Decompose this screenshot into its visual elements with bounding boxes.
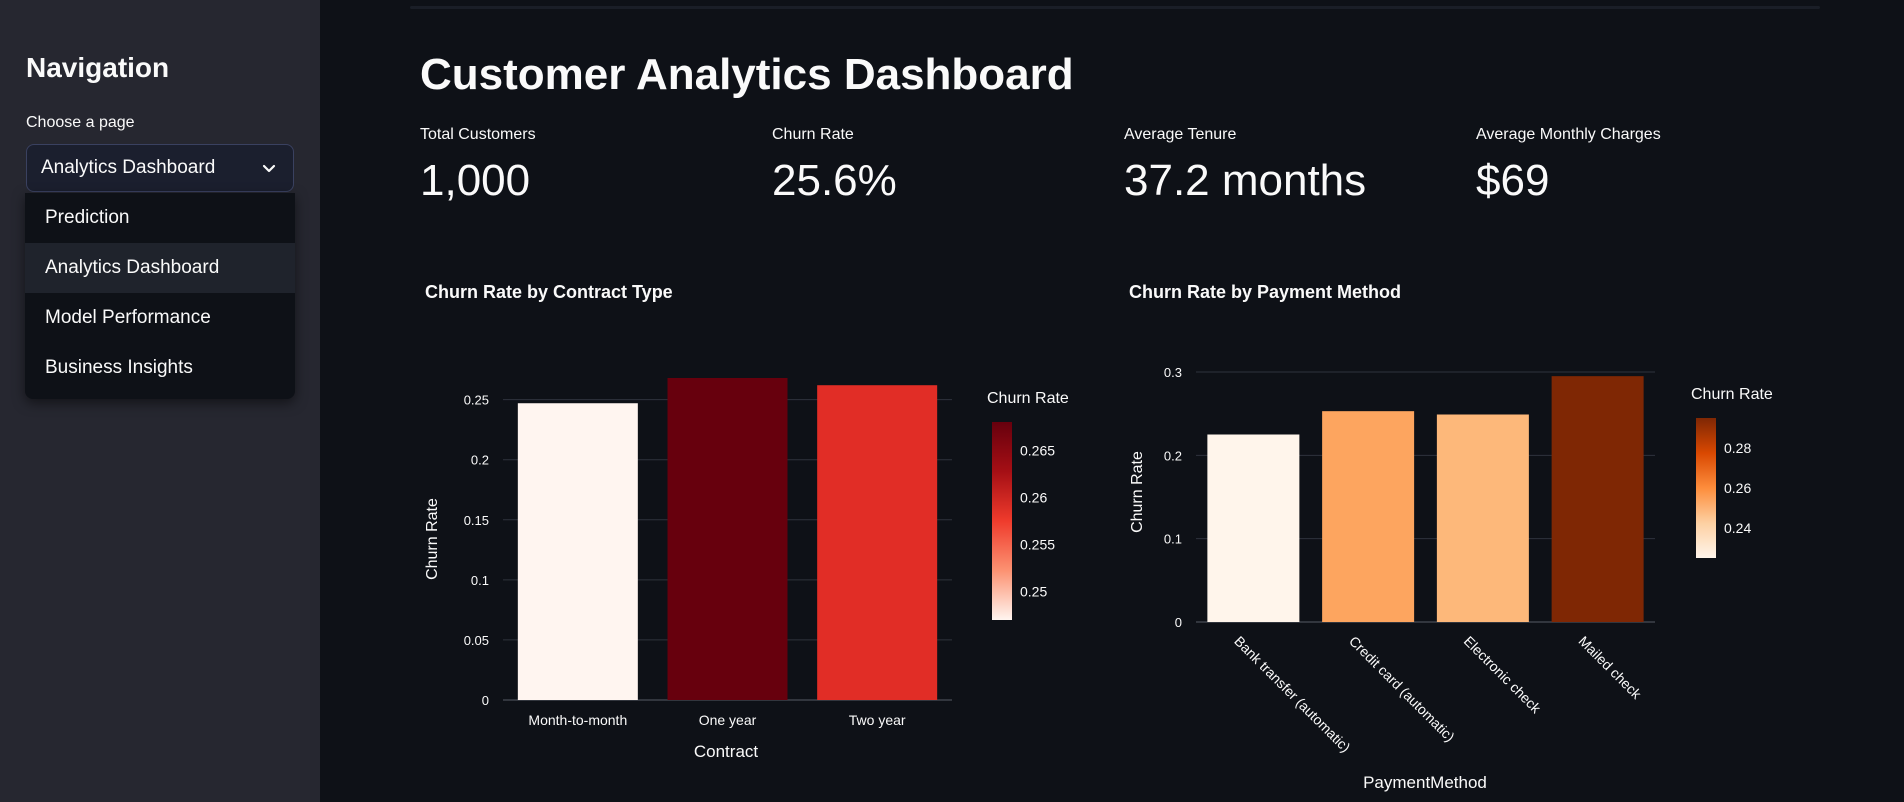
bar [817, 385, 938, 700]
colorbar [992, 422, 1012, 620]
y-tick-label: 0.2 [471, 453, 489, 468]
colorbar-tick-label: 0.265 [1020, 442, 1055, 458]
y-axis-title: Churn Rate [424, 498, 441, 580]
bar [667, 378, 788, 700]
y-tick-label: 0.05 [464, 633, 489, 648]
colorbar-tick-label: 0.25 [1020, 584, 1047, 600]
y-tick-label: 0 [482, 693, 489, 708]
x-tick-label: Month-to-month [528, 712, 627, 728]
chart-churn-by-contract: 0 0.05 0.1 0.15 0.2 0.25 Month-to-month One yea… [424, 378, 1069, 761]
colorbar-tick-label: 0.255 [1020, 537, 1055, 553]
y-tick-label: 0.1 [471, 573, 489, 588]
bar [517, 403, 638, 700]
x-tick-label: Two year [849, 712, 906, 728]
y-tick-label: 0.15 [464, 513, 489, 528]
x-tick-label: One year [699, 712, 757, 728]
y-tick-label: 0.25 [464, 393, 489, 408]
x-axis-title: Contract [694, 742, 759, 761]
colorbar-title: Churn Rate [987, 390, 1069, 407]
colorbar-tick-label: 0.26 [1020, 489, 1047, 505]
